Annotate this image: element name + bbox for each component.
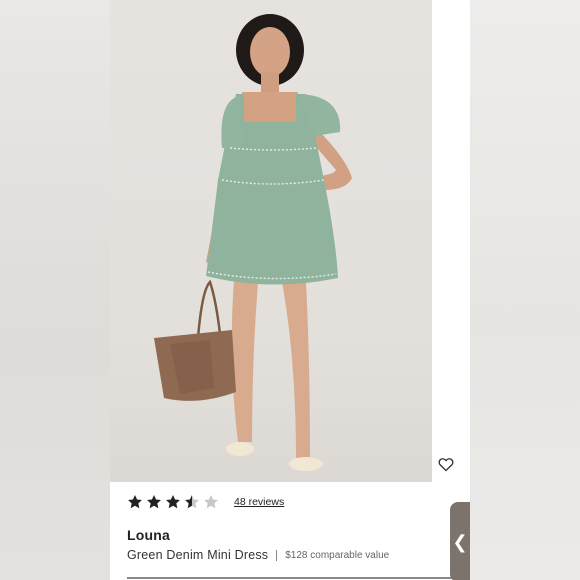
product-info: 48 reviews Louna Green Denim Mini Dress … <box>110 482 470 580</box>
star-rating <box>127 494 219 510</box>
star-icon <box>128 495 142 509</box>
chevron-left-icon: ❮ <box>452 531 468 553</box>
divider <box>276 549 278 561</box>
comparable-value: $128 comparable value <box>285 549 390 561</box>
star-icon <box>147 495 161 509</box>
star-icon <box>166 495 180 509</box>
star-icon <box>204 495 218 509</box>
product-card[interactable]: 48 reviews Louna Green Denim Mini Dress … <box>110 0 470 580</box>
rating-row: 48 reviews <box>127 494 284 510</box>
blurred-background-right <box>470 0 580 580</box>
wishlist-button[interactable] <box>436 454 456 474</box>
side-tab-button[interactable]: ❮ <box>450 502 470 580</box>
product-title-row: Green Denim Mini Dress $128 comparable v… <box>127 548 389 562</box>
heart-icon <box>438 457 454 471</box>
reviews-link[interactable]: 48 reviews <box>234 496 284 508</box>
model-illustration <box>154 14 352 471</box>
section-divider <box>127 577 453 579</box>
star-icon <box>185 495 199 509</box>
blurred-background-left <box>0 0 110 580</box>
product-photo[interactable] <box>110 0 432 482</box>
brand-name[interactable]: Louna <box>127 527 170 543</box>
product-name: Green Denim Mini Dress <box>127 548 269 562</box>
